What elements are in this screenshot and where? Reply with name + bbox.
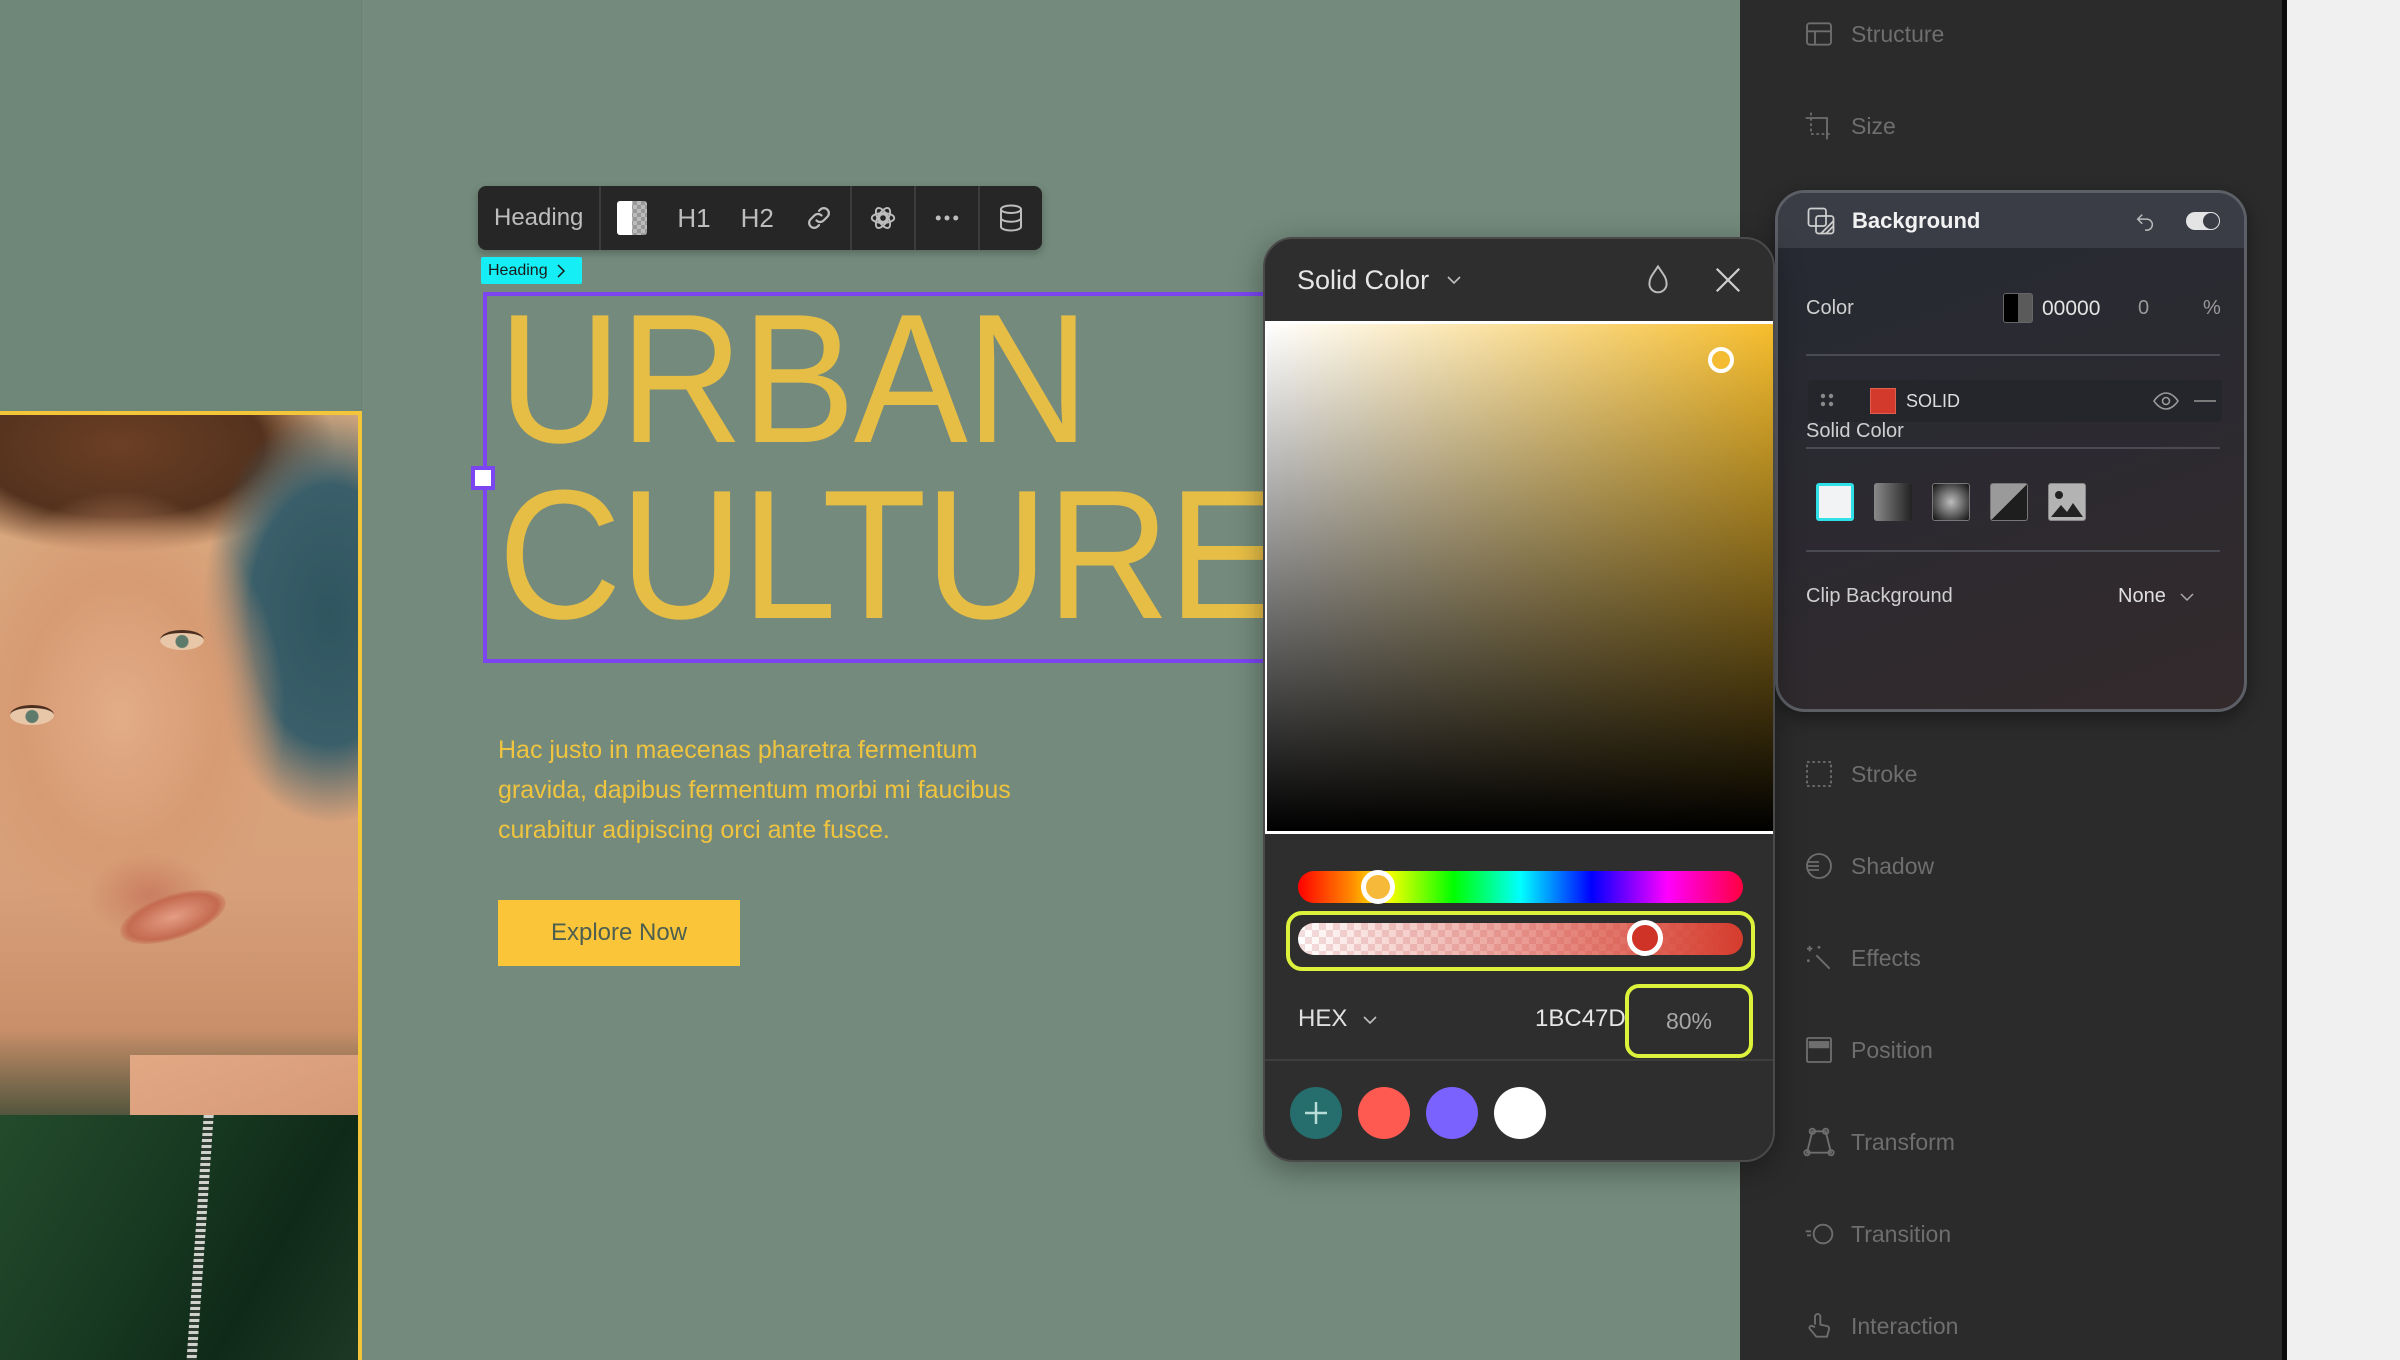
nav-transform[interactable]: Transform <box>1803 1126 1955 1158</box>
transition-icon <box>1805 1223 1834 1245</box>
size-icon <box>1805 112 1833 140</box>
clip-background-label: Clip Background <box>1806 585 1953 607</box>
alpha-slider[interactable] <box>1298 923 1743 955</box>
effects-icon <box>1807 946 1831 970</box>
preset-swatches <box>1290 1087 1546 1139</box>
drag-handle-icon[interactable] <box>1818 391 1838 411</box>
explore-now-button[interactable]: Explore Now <box>498 900 740 966</box>
chevron-down-icon[interactable] <box>1361 1011 1379 1029</box>
nav-label: Stroke <box>1851 760 1918 787</box>
hue-slider-thumb[interactable] <box>1361 870 1396 904</box>
resize-handle[interactable] <box>471 466 495 490</box>
position-icon <box>1806 1037 1832 1063</box>
chevron-down-icon <box>2180 592 2194 601</box>
fill-linear-gradient-icon[interactable] <box>1874 483 1912 521</box>
opacity-value[interactable]: 0 <box>2138 297 2149 320</box>
fill-image-icon[interactable] <box>2048 483 2086 521</box>
swatch-white[interactable] <box>1494 1087 1546 1139</box>
color-label: Color <box>1806 297 1854 319</box>
background-icon <box>1807 207 1835 234</box>
alpha-slider-thumb[interactable] <box>1627 920 1664 956</box>
eyedropper-icon[interactable] <box>1643 264 1673 296</box>
alpha-input[interactable]: 80% <box>1625 984 1753 1058</box>
element-type[interactable]: Heading <box>478 186 602 250</box>
nav-structure[interactable]: Structure <box>1803 18 1944 50</box>
structure-icon <box>1806 22 1832 46</box>
stroke-icon <box>1806 761 1832 787</box>
solid-color-label: Solid Color <box>1806 420 1904 442</box>
color-swatch-icon[interactable] <box>617 201 648 235</box>
interaction-icon <box>1808 1313 1831 1338</box>
nav-stroke[interactable]: Stroke <box>1803 758 1917 790</box>
database-icon[interactable] <box>996 203 1026 233</box>
fill-solid-icon[interactable] <box>1816 483 1854 521</box>
body-paragraph[interactable]: Hac justo in maecenas pharetra fermentum… <box>498 730 1058 850</box>
ai-openai-icon[interactable] <box>868 203 898 233</box>
outer-background <box>2287 0 2400 1360</box>
photo-jacket <box>0 1115 358 1360</box>
color-mode-select[interactable]: Solid Color <box>1297 265 1429 296</box>
hex-input[interactable]: 1BC47D <box>1535 1005 1626 1033</box>
nav-label: Transform <box>1851 1128 1955 1155</box>
plus-icon <box>1305 1102 1327 1124</box>
element-toolbar: Heading H1 H2 <box>478 186 1042 250</box>
nav-label: Position <box>1851 1036 1933 1063</box>
element-type-label: Heading <box>494 204 584 231</box>
divider <box>1806 447 2220 449</box>
swatch-purple[interactable] <box>1426 1087 1478 1139</box>
eye-icon[interactable] <box>2152 391 2180 411</box>
nav-position[interactable]: Position <box>1803 1034 1933 1066</box>
clip-background-value: None <box>2118 585 2166 607</box>
nav-label: Transition <box>1851 1220 1952 1247</box>
nav-effects[interactable]: Effects <box>1803 942 1921 974</box>
opacity-unit: % <box>2203 297 2221 319</box>
link-icon[interactable] <box>804 203 834 233</box>
background-title: Background <box>1852 207 1981 233</box>
close-icon[interactable] <box>1713 265 1743 295</box>
add-swatch-button[interactable] <box>1290 1087 1342 1139</box>
photo-eye <box>10 705 54 725</box>
h2-button[interactable]: H2 <box>741 203 774 234</box>
portrait-image[interactable] <box>0 411 362 1360</box>
fill-conic-gradient-icon[interactable] <box>1990 483 2028 521</box>
undo-icon[interactable] <box>2134 210 2156 232</box>
background-toggle[interactable] <box>2186 211 2220 230</box>
clip-background-select[interactable]: None <box>2118 585 2194 608</box>
layer-color-chip[interactable] <box>1870 388 1896 414</box>
shadow-icon <box>1806 853 1832 879</box>
nav-label: Interaction <box>1851 1312 1959 1339</box>
saturation-value-area[interactable] <box>1265 321 1773 834</box>
selection-outline <box>483 292 1283 663</box>
remove-layer-icon[interactable] <box>2194 399 2216 403</box>
transform-icon <box>1803 1127 1835 1157</box>
layer-type: SOLID <box>1906 390 1961 411</box>
nav-label: Size <box>1851 112 1896 139</box>
background-header[interactable]: Background <box>1778 193 2244 248</box>
divider <box>1806 550 2220 552</box>
nav-label: Structure <box>1851 20 1945 47</box>
photo-lips <box>113 879 233 955</box>
swatch-red[interactable] <box>1358 1087 1410 1139</box>
nav-transition[interactable]: Transition <box>1803 1218 1951 1250</box>
photo-eye <box>160 630 204 650</box>
h1-button[interactable]: H1 <box>677 203 710 234</box>
nav-label: Shadow <box>1851 852 1935 879</box>
chevron-down-icon[interactable] <box>1445 271 1463 289</box>
divider <box>1806 354 2220 356</box>
color-hex-value[interactable]: 00000 <box>2042 297 2100 321</box>
divider <box>1265 1059 1773 1061</box>
nav-size[interactable]: Size <box>1803 110 1896 142</box>
color-swatch[interactable] <box>2003 293 2033 323</box>
background-layer[interactable]: SOLID <box>1808 380 2222 422</box>
nav-label: Effects <box>1851 944 1921 971</box>
background-section: Background Color 00000 0 % SOLID Solid C… <box>1775 190 2247 712</box>
nav-shadow[interactable]: Shadow <box>1803 850 1934 882</box>
more-icon[interactable] <box>932 203 962 233</box>
nav-interaction[interactable]: Interaction <box>1803 1310 1958 1342</box>
fill-radial-gradient-icon[interactable] <box>1932 483 1970 521</box>
color-cursor[interactable] <box>1708 347 1734 373</box>
color-format-select[interactable]: HEX <box>1298 1005 1347 1033</box>
fill-type-options <box>1816 483 2086 521</box>
color-picker-popover: Solid Color HEX 1BC47D 80% <box>1263 237 1775 1162</box>
